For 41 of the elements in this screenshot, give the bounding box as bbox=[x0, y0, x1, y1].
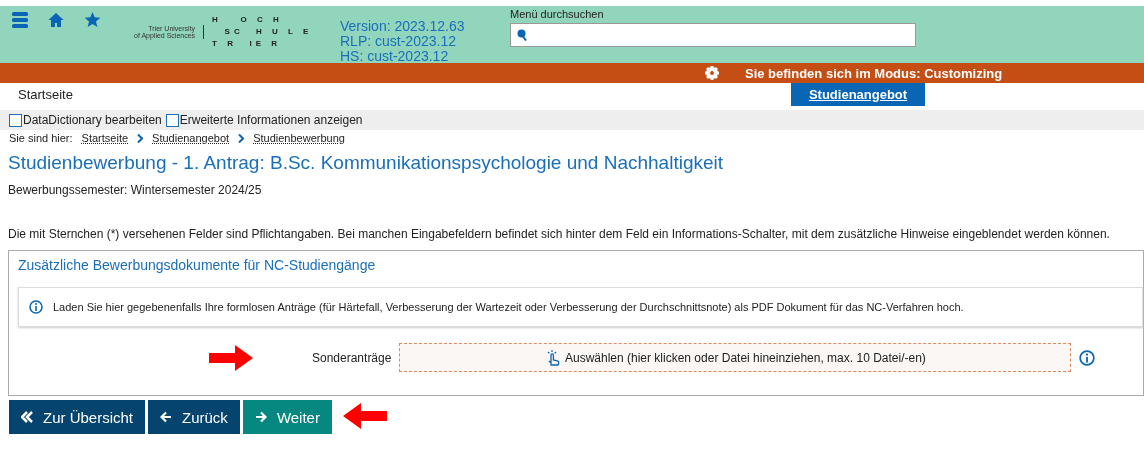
info-text: Laden Sie hier gegebenenfalls Ihre formlosen Anträge (für Härtefall, Verbesserung der Wartezeit oder Verbesserung der Durchschnittsnote) als PDF Dokument für das NC-Verfahren hoch. bbox=[53, 301, 964, 313]
pointer-arrow-icon bbox=[342, 402, 387, 429]
arrow-right-icon bbox=[254, 411, 267, 423]
nav-tab[interactable]: Startseite bbox=[0, 83, 91, 106]
checkbox-label: Erweiterte Informationen anzeigen bbox=[179, 113, 363, 127]
info-icon[interactable] bbox=[1079, 349, 1096, 366]
page-title: Studienbewerbung - 1. Antrag: B.Sc. Kommunikationspsychologie und Nachhaltigkeit bbox=[8, 152, 725, 174]
info-icon bbox=[29, 300, 43, 314]
checkbox[interactable] bbox=[9, 113, 22, 127]
search-field[interactable] bbox=[510, 23, 916, 47]
chevron-right-icon bbox=[137, 133, 144, 143]
version-info: RLP: cust-2023.12 bbox=[340, 34, 457, 49]
search-label: Menü durchsuchen bbox=[510, 8, 605, 20]
version-info: Version: 2023.12.63 bbox=[340, 19, 466, 34]
nav-button[interactable]: Zur Übersicht bbox=[9, 400, 146, 434]
panel-title: Zusätzliche Bewerbungsdokumente für NC-Studiengänge bbox=[18, 257, 377, 273]
breadcrumb-prefix: Sie sind hier: bbox=[9, 132, 73, 144]
breadcrumb-link[interactable]: Startseite bbox=[81, 132, 129, 144]
subtitle: Bewerbungssemester: Wintersemester 2024/25 bbox=[8, 183, 263, 197]
file-drop-zone[interactable]: Auswählen (hier klicken oder Datei hineinziehen, max. 10 Datei/-en) bbox=[399, 343, 1072, 372]
menu-icon[interactable] bbox=[12, 12, 28, 28]
settings-icon[interactable] bbox=[705, 66, 719, 80]
nav-tab[interactable]: Studienangebot bbox=[790, 83, 926, 106]
arrow-left-icon bbox=[160, 411, 173, 423]
checkbox-label: DataDictionary bearbeiten bbox=[23, 113, 162, 127]
star-icon[interactable] bbox=[84, 12, 101, 28]
checkbox[interactable] bbox=[165, 113, 179, 127]
search-icon bbox=[517, 29, 527, 41]
logo-wordmark: H O C H SC H U L E T R IE R bbox=[211, 14, 313, 50]
breadcrumb-link[interactable]: Studienbewerbung bbox=[253, 132, 345, 144]
nav-button[interactable]: Zurück bbox=[148, 400, 240, 434]
mode-text: Sie befinden sich im Modus: Customizing bbox=[745, 65, 1003, 81]
double-chevron-left-icon bbox=[21, 411, 33, 423]
upload-label: Sonderanträge bbox=[312, 350, 392, 365]
chevron-right-icon bbox=[238, 133, 245, 143]
intro-text: Die mit Sternchen (*) versehenen Felder sind Pflichtangaben. Bei manchen Eingabefeldern befindet sich hinter dem Feld ein Informations-Schalter, mit dem zusätzliche Hinweise eingeblendet werden können. bbox=[8, 227, 1111, 242]
pointer-arrow-icon bbox=[209, 344, 253, 371]
nav-button[interactable]: Weiter bbox=[242, 400, 332, 434]
version-info: HS: cust-2023.12 bbox=[340, 49, 450, 64]
home-icon[interactable] bbox=[48, 12, 64, 28]
breadcrumb-link[interactable]: Studienangebot bbox=[152, 132, 230, 144]
